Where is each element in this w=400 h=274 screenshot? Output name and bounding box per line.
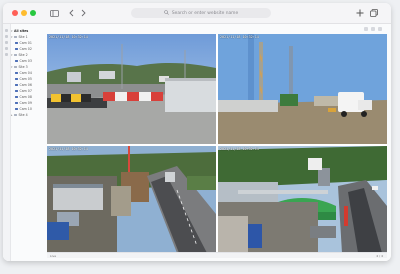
browser-window: Search or enter website name ▾ All sites …	[3, 3, 391, 261]
view-toolbar	[46, 27, 386, 33]
footer-page: 4 / 4	[376, 253, 383, 258]
tree-root-label: All sites	[14, 29, 29, 33]
camera-grid: 2021/11/18 10:32:14 2021/11/18 10:32:14 …	[47, 34, 387, 258]
camera-icon	[15, 108, 18, 110]
forward-icon[interactable]	[79, 7, 87, 19]
sidebar-toggle-icon[interactable]	[49, 7, 59, 19]
grid-footer: Live 4 / 4	[47, 252, 387, 258]
camera-icon	[15, 102, 18, 104]
tree-item-label: Cam 09	[19, 101, 32, 105]
folder-icon	[14, 53, 17, 57]
camera-icon	[15, 96, 18, 98]
rail-home-icon[interactable]	[5, 29, 8, 32]
tree-item-label: Cam 02	[19, 47, 32, 51]
icon-rail	[3, 24, 11, 261]
camera-view-4[interactable]: 2021/11/18 10:32:14	[218, 146, 387, 253]
layout-icon[interactable]	[364, 27, 368, 31]
search-icon	[164, 9, 169, 17]
tree-item-label: Cam 04	[19, 71, 32, 75]
tree-item-label: Cam 06	[19, 83, 32, 87]
camera-view-3[interactable]: 2021/11/18 10:32:14	[47, 146, 216, 253]
camera-3-feed	[47, 146, 216, 253]
camera-2-timestamp: 2021/11/18 10:32:14	[220, 35, 259, 39]
folder-icon	[14, 65, 17, 69]
camera-2-feed	[218, 34, 387, 144]
settings-icon[interactable]	[378, 27, 382, 31]
camera-icon	[15, 78, 18, 80]
camera-1-timestamp: 2021/11/18 10:32:14	[49, 35, 88, 39]
camera-icon	[15, 84, 18, 86]
footer-status: Live	[50, 253, 57, 258]
address-placeholder: Search or enter website name	[171, 10, 239, 16]
tree-item-label: Site 1	[18, 35, 28, 39]
surveillance-app: ▾ All sites ▾ Site 1 Cam 01 Cam 02 ▾ Site 2…	[3, 24, 391, 261]
back-icon[interactable]	[67, 7, 75, 19]
rail-map-icon[interactable]	[5, 47, 8, 50]
folder-icon	[14, 113, 17, 117]
camera-4-feed	[218, 146, 387, 253]
camera-icon	[15, 90, 18, 92]
tree-item-label: Cam 08	[19, 95, 32, 99]
camera-icon	[15, 48, 18, 50]
tab-overview-icon[interactable]	[369, 7, 378, 19]
zoom-window-button[interactable]	[30, 10, 36, 16]
camera-icon	[15, 60, 18, 62]
fullscreen-icon[interactable]	[371, 27, 375, 31]
new-tab-plus-icon[interactable]	[355, 7, 364, 19]
tree-item-label: Site 2	[18, 53, 28, 57]
tree-item-label: Site 3	[18, 65, 28, 69]
camera-4-timestamp: 2021/11/18 10:32:14	[220, 147, 259, 151]
rail-camera-icon[interactable]	[5, 35, 8, 38]
camera-1-feed	[47, 34, 216, 144]
camera-icon	[15, 42, 18, 44]
rail-settings-icon[interactable]	[5, 53, 8, 56]
tree-item-label: Site 4	[18, 113, 28, 117]
tree-item-label: Cam 03	[19, 59, 32, 63]
minimize-window-button[interactable]	[21, 10, 27, 16]
title-bar: Search or enter website name	[3, 3, 391, 24]
tree-item-label: Cam 05	[19, 77, 32, 81]
address-bar[interactable]: Search or enter website name	[131, 8, 271, 18]
close-window-button[interactable]	[12, 10, 18, 16]
folder-icon	[14, 35, 17, 39]
camera-view-1[interactable]: 2021/11/18 10:32:14	[47, 34, 216, 144]
camera-3-timestamp: 2021/11/18 10:32:14	[49, 147, 88, 151]
tree-item[interactable]: ▸ Site 4	[11, 112, 45, 118]
camera-view-2[interactable]: 2021/11/18 10:32:14	[218, 34, 387, 144]
rail-playback-icon[interactable]	[5, 41, 8, 44]
tree-item-label: Cam 10	[19, 107, 32, 111]
tree-item-label: Cam 01	[19, 41, 32, 45]
tree-item-label: Cam 07	[19, 89, 32, 93]
device-tree: ▾ All sites ▾ Site 1 Cam 01 Cam 02 ▾ Site 2…	[11, 28, 45, 118]
camera-icon	[15, 72, 18, 74]
